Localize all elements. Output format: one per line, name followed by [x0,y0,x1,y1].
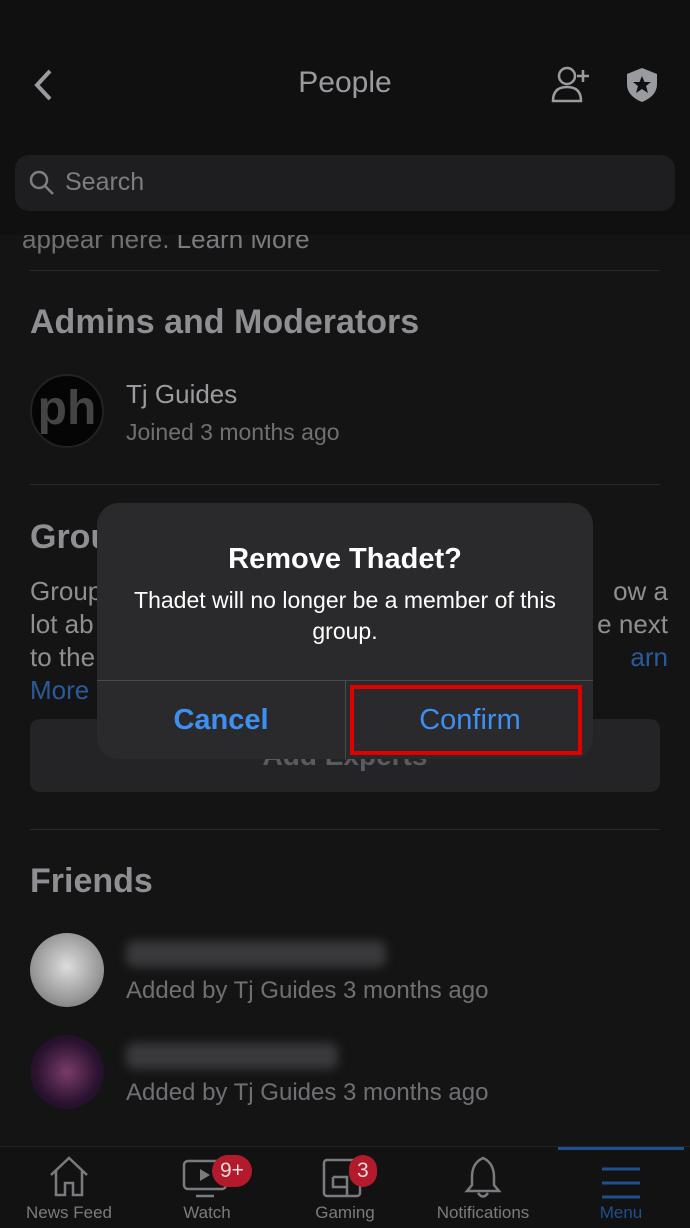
search-bar-area: Search [0,135,690,235]
search-placeholder: Search [65,168,145,196]
group-desc-right: ow a e next arn [597,575,668,674]
highlight-box [350,685,582,755]
admin-avatar[interactable]: ph [30,374,104,448]
admin-name[interactable]: Tj Guides [126,379,237,410]
divider [30,484,660,485]
nav-label: Watch [183,1203,231,1222]
nav-watch[interactable]: 9+ Watch [138,1147,276,1228]
frag: e next [597,609,668,639]
friend-added: Added by Tj Guides 3 months ago [126,977,489,1004]
bottom-nav: News Feed 9+ Watch 3 Gaming Notification… [0,1146,690,1227]
divider [30,829,660,830]
frag: lot ab [30,609,94,639]
frag: Group [30,576,103,606]
friend-avatar[interactable] [30,933,104,1007]
friend-name-blurred[interactable] [126,1043,338,1069]
frag: to the [30,642,96,672]
nav-label: Gaming [315,1203,375,1222]
learn-more-link[interactable]: More [30,674,102,707]
gaming-badge: 3 [349,1155,377,1187]
nav-notifications[interactable]: Notifications [414,1147,552,1228]
cancel-button[interactable]: Cancel [97,681,345,760]
nav-label: News Feed [26,1203,112,1222]
frag: ow a [613,576,668,606]
nav-gaming[interactable]: 3 Gaming [276,1147,414,1228]
nav-label: Notifications [436,1203,530,1222]
active-indicator [558,1147,684,1150]
menu-icon [602,1167,640,1199]
friend-name-blurred[interactable] [126,941,386,967]
dialog-message: Thadet will no longer be a member of thi… [134,587,556,644]
divider [30,270,660,271]
shield-star-icon[interactable] [624,66,660,104]
nav-menu[interactable]: Menu [552,1147,690,1228]
header: People [0,0,690,135]
add-person-icon[interactable] [551,64,591,104]
watch-badge: 9+ [212,1155,252,1187]
friends-heading: Friends [30,862,153,900]
friend-avatar[interactable] [30,1035,104,1109]
search-icon [29,170,54,195]
admin-joined: Joined 3 months ago [126,419,340,445]
search-input[interactable]: Search [15,155,675,211]
nav-label: Menu [599,1203,643,1222]
frag[interactable]: arn [597,641,668,674]
dialog-title: Remove Thadet? [228,543,462,575]
bell-icon [464,1156,502,1198]
nav-news-feed[interactable]: News Feed [0,1147,138,1228]
group-desc-left: Group lot ab to the More [30,575,102,707]
admins-heading: Admins and Moderators [30,303,420,341]
home-icon [50,1156,88,1197]
friend-added: Added by Tj Guides 3 months ago [126,1079,489,1106]
